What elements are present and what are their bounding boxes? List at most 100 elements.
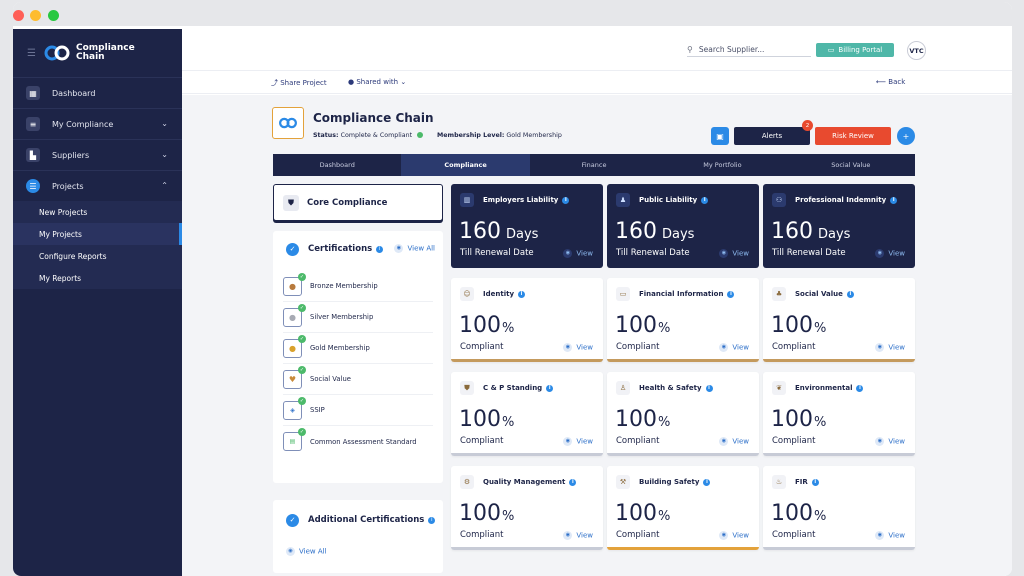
compliance-card-professional-indemnity[interactable]: ⚇ Professional Indemnity i 160 Days Till Rene… (763, 184, 915, 268)
add-button[interactable]: + (897, 127, 915, 145)
check-badge-icon: ✓ (286, 242, 299, 256)
tab-dashboard[interactable]: Dashboard (273, 154, 401, 176)
sidebar-item-my-compliance[interactable]: ≡ My Compliance ⌄ (13, 108, 182, 139)
list-item[interactable]: ● ✓ Silver Membership (283, 302, 433, 333)
compliance-card-employers-liability[interactable]: ▥ Employers Liability i 160 Days Till Renewal… (451, 184, 603, 268)
chevron-down-icon: ⌄ (400, 78, 407, 86)
card-view-link[interactable]: ◉ View (719, 249, 749, 258)
info-icon[interactable]: i (727, 290, 735, 298)
info-icon[interactable]: i (569, 478, 577, 486)
info-icon[interactable]: i (846, 290, 854, 298)
info-icon[interactable]: i (811, 478, 819, 486)
share-project-button[interactable]: ⤴ Share Project (271, 78, 327, 88)
eye-icon: ◉ (875, 437, 885, 446)
card-view-link[interactable]: ◉ View (719, 437, 749, 446)
sidebar-nav: ▦ Dashboard ≡ My Compliance ⌄ ▙ Supplier… (13, 77, 182, 289)
close-window-button[interactable] (13, 10, 24, 21)
card-value: 100% (771, 407, 827, 432)
tab-compliance[interactable]: Compliance (401, 154, 530, 176)
core-compliance-card[interactable]: ⛊ Core Compliance (273, 184, 443, 221)
sidebar-subitem-new-projects[interactable]: New Projects (13, 201, 182, 223)
risk-review-button[interactable]: Risk Review (815, 127, 891, 145)
compliance-card-public-liability[interactable]: ♟ Public Liability i 160 Days Till Renewal Da… (607, 184, 759, 268)
card-label: Till Renewal Date (616, 248, 690, 258)
certifications-view-all-link[interactable]: ◉ View All (394, 244, 435, 253)
sidebar-subitem-my-projects[interactable]: My Projects (13, 223, 182, 245)
brand[interactable]: ☰ Compliance Chain (27, 39, 135, 67)
chevron-up-icon[interactable]: ⌃ (161, 181, 168, 190)
info-icon[interactable]: i (562, 196, 570, 204)
card-view-link[interactable]: ◉ View (875, 531, 905, 540)
compliance-card-c-and-p-standing[interactable]: ⛊ C & P Standing i 100% Compliant ◉ View (451, 372, 603, 456)
list-item[interactable]: ● ✓ Bronze Membership (283, 271, 433, 302)
sidebar-subitem-my-reports[interactable]: My Reports (13, 267, 182, 289)
card-view-link[interactable]: ◉ View (563, 249, 593, 258)
info-icon[interactable]: i (890, 196, 898, 204)
info-icon[interactable]: i (376, 245, 384, 253)
card-unit: % (658, 321, 671, 336)
company-logo (272, 107, 304, 139)
alerts-button[interactable]: Alerts 2 (734, 120, 813, 145)
list-item[interactable]: ▤ ✓ Common Assessment Standard (283, 426, 433, 457)
maximize-window-button[interactable] (48, 10, 59, 21)
shared-with-dropdown[interactable]: ● Shared with ⌄ (348, 78, 406, 86)
check-icon: ✓ (298, 303, 306, 312)
compliance-card-building-safety[interactable]: ⚒ Building Safety i 100% Compliant ◉ View (607, 466, 759, 550)
info-icon[interactable]: i (428, 516, 436, 524)
info-icon[interactable]: i (701, 196, 709, 204)
title-bar (13, 2, 1012, 26)
card-view-link[interactable]: ◉ View (563, 343, 593, 352)
card-view-link[interactable]: ◉ View (719, 531, 749, 540)
tab-social-value[interactable]: Social Value (787, 154, 915, 176)
compliance-card-health-and-safety[interactable]: ♙ Health & Safety i 100% Compliant ◉ View (607, 372, 759, 456)
card-view-link[interactable]: ◉ View (563, 531, 593, 540)
additional-certifications-header: ✓ Additional Certifications i (286, 512, 436, 528)
list-item[interactable]: ♥ ✓ Social Value (283, 364, 433, 395)
avatar[interactable]: VTC (907, 41, 926, 60)
info-icon[interactable]: i (856, 384, 864, 392)
additional-view-all-link[interactable]: ◉ View All (286, 547, 327, 556)
info-icon[interactable]: i (703, 478, 711, 486)
list-item[interactable]: ● ✓ Gold Membership (283, 333, 433, 364)
tab-my-portfolio[interactable]: My Portfolio (658, 154, 786, 176)
card-label: Till Renewal Date (772, 248, 846, 258)
card-view-link[interactable]: ◉ View (875, 343, 905, 352)
sidebar-subitem-configure-reports[interactable]: Configure Reports (13, 245, 182, 267)
card-accent-bar (763, 453, 915, 456)
card-unit: % (814, 321, 827, 336)
sidebar-item-dashboard[interactable]: ▦ Dashboard (13, 77, 182, 108)
card-view-link[interactable]: ◉ View (875, 437, 905, 446)
card-view-link[interactable]: ◉ View (875, 249, 905, 258)
card-view-link[interactable]: ◉ View (563, 437, 593, 446)
compliance-card-social-value[interactable]: ♣ Social Value i 100% Compliant ◉ View (763, 278, 915, 362)
minimize-window-button[interactable] (30, 10, 41, 21)
silver-medal-icon: ● ✓ (283, 303, 306, 327)
tab-finance[interactable]: Finance (530, 154, 658, 176)
sidebar-item-projects[interactable]: ☰ Projects ⌃ (13, 170, 182, 201)
sidebar-item-suppliers[interactable]: ▙ Suppliers ⌄ (13, 139, 182, 170)
ssip-logo-icon: ◈ ✓ (283, 396, 306, 420)
fire-icon: ♨ (772, 475, 786, 489)
card-view-link[interactable]: ◉ View (719, 343, 749, 352)
search-input[interactable]: ⚲ Search Supplier... (687, 43, 811, 57)
check-badge-icon: ✓ (286, 513, 299, 527)
card-value: 160 Days (771, 219, 851, 244)
eye-icon: ◉ (563, 249, 573, 258)
compliance-card-identity[interactable]: ☺ Identity i 100% Compliant ◉ View (451, 278, 603, 362)
compliance-card-fir[interactable]: ♨ FIR i 100% Compliant ◉ View (763, 466, 915, 550)
billing-portal-button[interactable]: ▭ Billing Portal (816, 43, 894, 57)
info-icon[interactable]: i (546, 384, 554, 392)
compliance-card-financial-information[interactable]: ▭ Financial Information i 100% Compliant ◉ Vie… (607, 278, 759, 362)
menu-icon[interactable]: ☰ (27, 48, 36, 59)
compliance-card-environmental[interactable]: ❦ Environmental i 100% Compliant ◉ View (763, 372, 915, 456)
card-unit: % (502, 321, 515, 336)
list-item[interactable]: ◈ ✓ SSIP (283, 395, 433, 426)
core-compliance-label: Core Compliance (307, 197, 388, 208)
info-icon[interactable]: i (705, 384, 713, 392)
info-icon[interactable]: i (518, 290, 526, 298)
chevron-down-icon[interactable]: ⌄ (161, 150, 168, 159)
compliance-card-quality-management[interactable]: ⚙ Quality Management i 100% Compliant ◉ View (451, 466, 603, 550)
back-button[interactable]: ⟵ Back (876, 78, 905, 86)
chevron-down-icon[interactable]: ⌄ (161, 119, 168, 128)
contact-button[interactable]: ▣ (711, 127, 729, 145)
